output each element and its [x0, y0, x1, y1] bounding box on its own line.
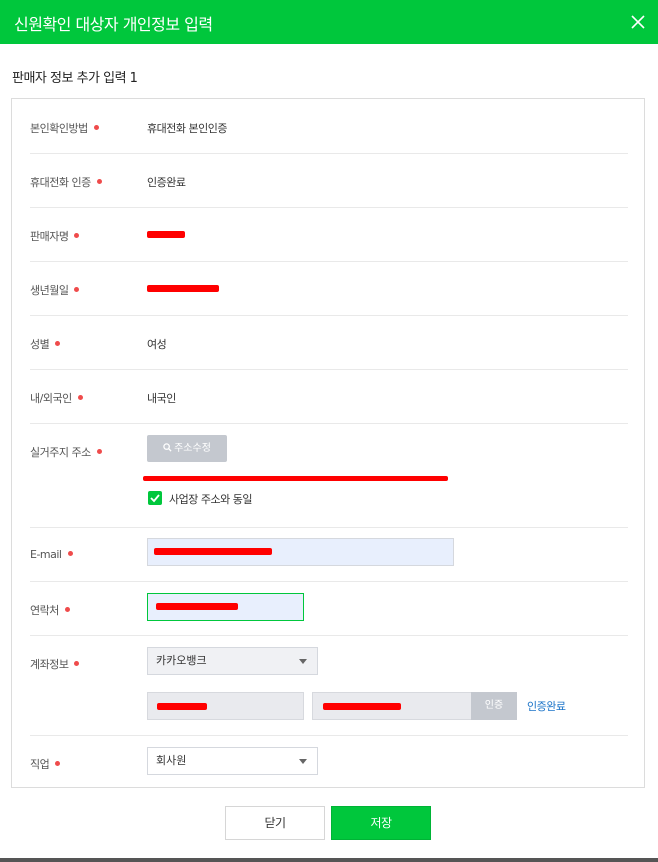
account-verify-button[interactable]: 인증: [471, 692, 517, 720]
modal-title: 신원확인 대상자 개인정보 입력: [14, 15, 213, 34]
row-account: 계좌정보 카카오뱅크 인증 인증완료: [30, 636, 628, 736]
required-dot: [96, 179, 102, 184]
chevron-down-icon: [299, 659, 307, 664]
account-verify-status: 인증완료: [527, 700, 566, 713]
nationality-label: 내/외국인: [30, 390, 83, 406]
auth-method-label: 본인확인방법: [30, 120, 99, 136]
email-redacted: [154, 548, 272, 555]
row-auth-method: 본인확인방법 휴대전화 본인인증: [30, 99, 628, 154]
same-as-business-checkbox[interactable]: [148, 491, 162, 505]
required-dot: [64, 607, 70, 612]
row-address: 실거주지 주소 주소수정 사업장 주소와 동일: [30, 424, 628, 528]
account-label: 계좌정보: [30, 656, 80, 672]
form-panel: 본인확인방법 휴대전화 본인인증 휴대전화 인증 인증완료 판매자명 생년월일 …: [11, 98, 645, 788]
contact-label: 연락처: [30, 602, 70, 618]
required-dot: [67, 551, 73, 556]
bank-select-value: 카카오뱅크: [156, 654, 207, 667]
close-button[interactable]: 닫기: [225, 806, 325, 840]
save-button[interactable]: 저장: [331, 806, 431, 840]
birth-date-label: 생년월일: [30, 282, 80, 298]
required-dot: [93, 125, 99, 130]
nationality-value: 내국인: [147, 392, 176, 405]
phone-auth-value: 인증완료: [147, 176, 186, 189]
row-job: 직업 회사원: [30, 736, 628, 788]
seller-name-label: 판매자명: [30, 228, 80, 244]
email-label: E-mail: [30, 548, 73, 561]
phone-auth-label: 휴대전화 인증: [30, 174, 102, 190]
chevron-down-icon: [299, 759, 307, 764]
required-dot: [74, 233, 80, 238]
auth-method-value: 휴대전화 본인인증: [147, 122, 227, 135]
row-phone-auth: 휴대전화 인증 인증완료: [30, 154, 628, 208]
required-dot: [74, 661, 80, 666]
job-select-value: 회사원: [156, 754, 187, 767]
row-contact: 연락처: [30, 582, 628, 636]
address-edit-button[interactable]: 주소수정: [147, 435, 227, 462]
row-gender: 성별 여성: [30, 316, 628, 370]
account-number-redacted: [323, 703, 401, 710]
gender-label: 성별: [30, 336, 61, 352]
address-label: 실거주지 주소: [30, 444, 102, 460]
required-dot: [55, 761, 61, 766]
bank-select[interactable]: 카카오뱅크: [147, 647, 318, 675]
bottom-border: [0, 858, 658, 862]
seller-name-redacted: [147, 231, 185, 238]
row-nationality: 내/외국인 내국인: [30, 370, 628, 424]
required-dot: [74, 287, 80, 292]
birth-date-redacted: [147, 285, 219, 292]
same-as-business-label: 사업장 주소와 동일: [169, 493, 252, 506]
search-icon: [163, 436, 172, 452]
row-seller-name: 판매자명: [30, 208, 628, 262]
contact-redacted: [156, 603, 238, 610]
required-dot: [55, 341, 61, 346]
required-dot: [77, 395, 83, 400]
account-holder-redacted: [157, 703, 207, 710]
row-birth-date: 생년월일: [30, 262, 628, 316]
section-title: 판매자 정보 추가 입력 1: [12, 71, 138, 86]
required-dot: [96, 449, 102, 454]
address-redacted: [143, 476, 448, 481]
job-label: 직업: [30, 756, 61, 772]
close-icon[interactable]: [628, 12, 648, 32]
job-select[interactable]: 회사원: [147, 747, 318, 775]
row-email: E-mail: [30, 528, 628, 582]
modal-header: 신원확인 대상자 개인정보 입력: [0, 0, 658, 44]
gender-value: 여성: [147, 338, 167, 351]
